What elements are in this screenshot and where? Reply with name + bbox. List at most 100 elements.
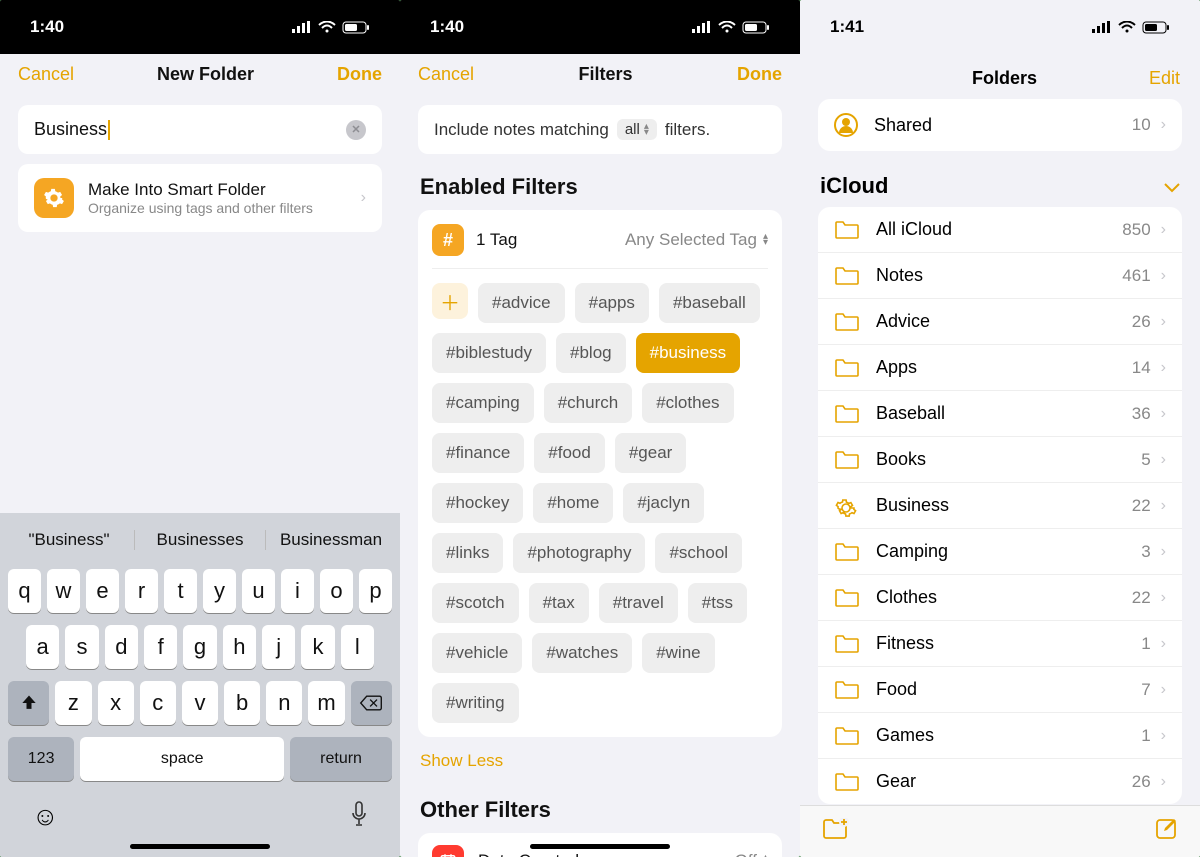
key-c[interactable]: c — [140, 681, 176, 725]
chevron-down-icon[interactable] — [1164, 173, 1180, 199]
suggestion[interactable]: Businesses — [134, 530, 265, 550]
folder-row[interactable]: Baseball36› — [818, 390, 1182, 436]
tag-chip[interactable]: #camping — [432, 383, 534, 423]
tag-chip[interactable]: #clothes — [642, 383, 733, 423]
key-v[interactable]: v — [182, 681, 218, 725]
key-d[interactable]: d — [105, 625, 138, 669]
folder-row[interactable]: Games1› — [818, 712, 1182, 758]
key-q[interactable]: q — [8, 569, 41, 613]
tag-chip[interactable]: #travel — [599, 583, 678, 623]
shared-folder-row[interactable]: Shared 10 › — [818, 99, 1182, 151]
tag-chip[interactable]: #baseball — [659, 283, 760, 323]
suggestion[interactable]: "Business" — [4, 530, 134, 550]
tag-chip[interactable]: #vehicle — [432, 633, 522, 673]
dictation-key[interactable] — [350, 801, 368, 832]
key-a[interactable]: a — [26, 625, 59, 669]
key-u[interactable]: u — [242, 569, 275, 613]
content-area[interactable]: Include notes matching all ▴▾ filters. E… — [400, 95, 800, 857]
emoji-key[interactable]: ☺ — [32, 801, 59, 832]
folder-row[interactable]: Clothes22› — [818, 574, 1182, 620]
folder-row[interactable]: All iCloud850› — [818, 207, 1182, 252]
key-z[interactable]: z — [55, 681, 91, 725]
enabled-filters-heading: Enabled Filters — [420, 174, 782, 200]
tag-chip[interactable]: #blog — [556, 333, 626, 373]
tag-chip[interactable]: #home — [533, 483, 613, 523]
key-f[interactable]: f — [144, 625, 177, 669]
suggestion[interactable]: Businessman — [265, 530, 396, 550]
folder-row[interactable]: Gear26› — [818, 758, 1182, 804]
key-k[interactable]: k — [301, 625, 334, 669]
tag-chip[interactable]: #links — [432, 533, 503, 573]
done-button[interactable]: Done — [337, 64, 382, 85]
key-w[interactable]: w — [47, 569, 80, 613]
key-e[interactable]: e — [86, 569, 119, 613]
folder-row[interactable]: Business22› — [818, 482, 1182, 528]
key-o[interactable]: o — [320, 569, 353, 613]
cancel-button[interactable]: Cancel — [418, 64, 474, 85]
key-j[interactable]: j — [262, 625, 295, 669]
key-x[interactable]: x — [98, 681, 134, 725]
tag-chip[interactable]: #hockey — [432, 483, 523, 523]
folder-icon — [834, 634, 858, 654]
hash-icon: # — [432, 224, 464, 256]
tag-chip[interactable]: #church — [544, 383, 632, 423]
folder-row[interactable]: Apps14› — [818, 344, 1182, 390]
tag-chip[interactable]: #writing — [432, 683, 519, 723]
space-key[interactable]: space — [80, 737, 284, 781]
cancel-button[interactable]: Cancel — [18, 64, 74, 85]
content-area[interactable]: Shared 10 › iCloud All iCloud850›Notes46… — [800, 99, 1200, 805]
key-l[interactable]: l — [341, 625, 374, 669]
key-m[interactable]: m — [308, 681, 344, 725]
tag-chip[interactable]: #advice — [478, 283, 565, 323]
tag-chip[interactable]: #watches — [532, 633, 632, 673]
edit-button[interactable]: Edit — [1149, 68, 1180, 89]
folder-row[interactable]: Books5› — [818, 436, 1182, 482]
shift-key[interactable] — [8, 681, 49, 725]
key-p[interactable]: p — [359, 569, 392, 613]
match-mode-selector[interactable]: all ▴▾ — [617, 119, 657, 140]
make-smart-folder-row[interactable]: Make Into Smart Folder Organize using ta… — [18, 164, 382, 232]
tag-chip[interactable]: #gear — [615, 433, 686, 473]
tag-chip[interactable]: #school — [655, 533, 742, 573]
tag-chip[interactable]: #jaclyn — [623, 483, 704, 523]
key-g[interactable]: g — [183, 625, 216, 669]
add-tag-button[interactable]: ＋ — [432, 283, 468, 319]
tag-chip[interactable]: #tss — [688, 583, 747, 623]
folder-row[interactable]: Notes461› — [818, 252, 1182, 298]
tag-chip[interactable]: #scotch — [432, 583, 519, 623]
clear-icon[interactable] — [346, 120, 366, 140]
tag-filter-mode[interactable]: Any Selected Tag ▴▾ — [625, 230, 768, 250]
folder-row[interactable]: Fitness1› — [818, 620, 1182, 666]
backspace-key[interactable] — [351, 681, 392, 725]
folder-name-input[interactable]: Business — [18, 105, 382, 154]
key-b[interactable]: b — [224, 681, 260, 725]
tag-chip[interactable]: #wine — [642, 633, 714, 673]
tag-chip[interactable]: #business — [636, 333, 741, 373]
key-r[interactable]: r — [125, 569, 158, 613]
smart-folder-title: Make Into Smart Folder — [88, 180, 313, 200]
icloud-group-header[interactable]: iCloud — [800, 151, 1200, 207]
folder-row[interactable]: Advice26› — [818, 298, 1182, 344]
key-t[interactable]: t — [164, 569, 197, 613]
compose-button[interactable] — [1154, 817, 1178, 846]
return-key[interactable]: return — [290, 737, 392, 781]
key-h[interactable]: h — [223, 625, 256, 669]
tag-chip[interactable]: #finance — [432, 433, 524, 473]
tag-chip[interactable]: #food — [534, 433, 605, 473]
numbers-key[interactable]: 123 — [8, 737, 74, 781]
tag-chip[interactable]: #photography — [513, 533, 645, 573]
tag-chip[interactable]: #apps — [575, 283, 649, 323]
key-n[interactable]: n — [266, 681, 302, 725]
show-less-button[interactable]: Show Less — [418, 737, 782, 777]
tag-chip[interactable]: #biblestudy — [432, 333, 546, 373]
tag-filter-header[interactable]: # 1 Tag Any Selected Tag ▴▾ — [432, 224, 768, 269]
folder-row[interactable]: Food7› — [818, 666, 1182, 712]
done-button[interactable]: Done — [737, 64, 782, 85]
new-folder-button[interactable] — [822, 818, 850, 845]
key-y[interactable]: y — [203, 569, 236, 613]
folder-label: Books — [876, 449, 926, 470]
tag-chip[interactable]: #tax — [529, 583, 589, 623]
key-i[interactable]: i — [281, 569, 314, 613]
folder-row[interactable]: Camping3› — [818, 528, 1182, 574]
key-s[interactable]: s — [65, 625, 98, 669]
